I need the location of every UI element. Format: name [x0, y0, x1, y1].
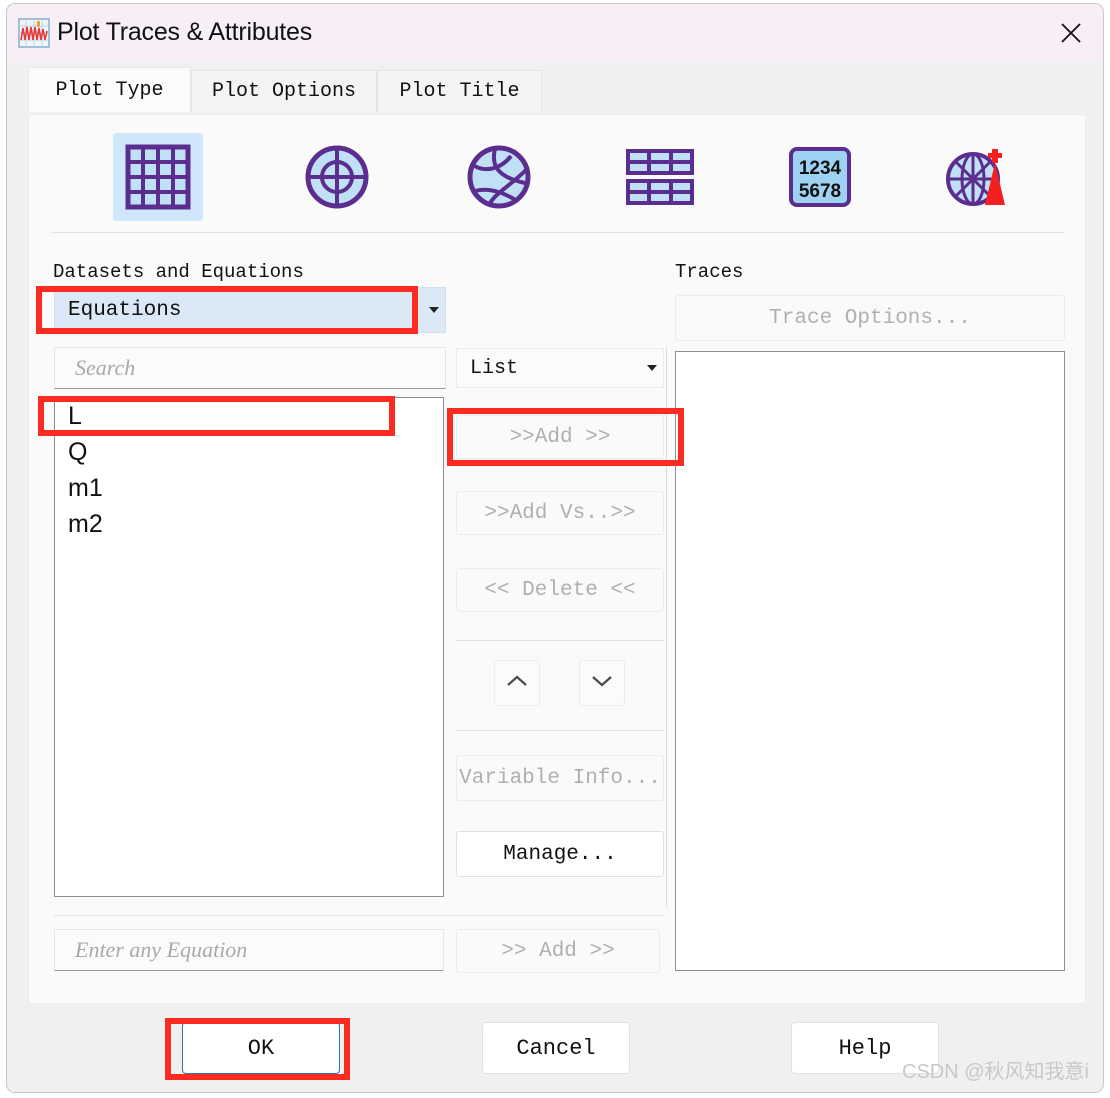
- tab-label: Plot Type: [55, 78, 164, 102]
- ok-button[interactable]: OK: [182, 1022, 340, 1074]
- trace-options-button[interactable]: Trace Options...: [675, 295, 1065, 341]
- list-item[interactable]: Q: [55, 434, 443, 470]
- traces-listbox[interactable]: [675, 351, 1065, 971]
- trace-options-label: Trace Options...: [769, 306, 971, 330]
- tab-plot-options[interactable]: Plot Options: [191, 70, 377, 112]
- equation-placeholder: Enter any Equation: [75, 937, 248, 962]
- icon-row-divider: [51, 232, 1065, 233]
- title-bar: Plot Traces & Attributes: [7, 4, 1103, 62]
- datasets-heading: Datasets and Equations: [53, 261, 304, 283]
- numeric-table-plot-icon[interactable]: 1234 5678: [775, 133, 865, 221]
- tab-strip: Plot Type Plot Options Plot Title: [7, 62, 1103, 112]
- equation-add-button[interactable]: >> Add >>: [456, 929, 660, 973]
- help-label: Help: [838, 1035, 892, 1061]
- svg-text:1234: 1234: [799, 158, 842, 179]
- plot-type-icon-row: 1234 5678: [29, 115, 1085, 240]
- add-vs-button[interactable]: >>Add Vs..>>: [456, 491, 664, 535]
- dialog-footer: OK Cancel Help CSDN @秋风知我意i: [7, 1004, 1103, 1092]
- add-button-label: >>Add >>: [509, 425, 611, 449]
- plot-type-panel: 1234 5678 Datasets and Equations Equatio…: [28, 114, 1086, 1004]
- list-item[interactable]: m2: [55, 506, 443, 542]
- manage-label: Manage...: [503, 842, 617, 866]
- dialog-window: Plot Traces & Attributes Plot Type Plot …: [6, 3, 1104, 1093]
- chevron-down-icon: [590, 672, 614, 695]
- delete-button-label: << Delete <<: [484, 578, 636, 602]
- tab-label: Plot Title: [399, 80, 520, 103]
- grid-plot-icon[interactable]: [113, 133, 203, 221]
- equation-input[interactable]: Enter any Equation: [54, 929, 444, 971]
- reorder-divider-bottom: [456, 730, 664, 731]
- close-icon[interactable]: [1039, 4, 1103, 62]
- search-input[interactable]: Search: [54, 347, 446, 389]
- screen: Plot Traces & Attributes Plot Type Plot …: [0, 0, 1110, 1098]
- polar-target-plot-icon[interactable]: [292, 133, 382, 221]
- antenna-radiation-plot-icon[interactable]: [932, 133, 1022, 221]
- datasets-listbox[interactable]: L Q m1 m2: [54, 397, 444, 897]
- search-placeholder: Search: [75, 355, 136, 380]
- variable-info-label: Variable Info...: [459, 766, 661, 790]
- ok-label: OK: [247, 1035, 275, 1061]
- delete-button[interactable]: << Delete <<: [456, 568, 664, 612]
- manage-button[interactable]: Manage...: [456, 831, 664, 877]
- window-title: Plot Traces & Attributes: [57, 18, 313, 46]
- move-up-button[interactable]: [494, 660, 540, 706]
- list-mode-value: List: [470, 356, 519, 380]
- chevron-down-icon[interactable]: [423, 288, 445, 332]
- chevron-up-icon: [505, 672, 529, 695]
- dataset-source-value: Equations: [68, 298, 182, 322]
- list-mode-combo[interactable]: List: [456, 348, 664, 388]
- column-separator: [666, 347, 667, 907]
- reorder-divider-top: [456, 640, 664, 641]
- cancel-label: Cancel: [516, 1035, 596, 1061]
- tab-label: Plot Options: [211, 80, 357, 103]
- equation-add-label: >> Add >>: [501, 939, 615, 963]
- svg-text:5678: 5678: [799, 181, 841, 202]
- tab-plot-title[interactable]: Plot Title: [377, 70, 542, 112]
- equation-row-divider: [54, 915, 664, 916]
- waveform-plot-icon: [18, 18, 50, 48]
- list-item[interactable]: m1: [55, 470, 443, 506]
- sphere-plot-icon[interactable]: [454, 133, 544, 221]
- cancel-button[interactable]: Cancel: [482, 1022, 630, 1074]
- tab-plot-type[interactable]: Plot Type: [28, 67, 191, 112]
- add-vs-button-label: >>Add Vs..>>: [484, 501, 636, 525]
- dataset-source-combo[interactable]: Equations: [54, 287, 446, 333]
- list-item[interactable]: L: [55, 398, 443, 434]
- chevron-down-icon[interactable]: [641, 349, 663, 387]
- double-table-plot-icon[interactable]: [615, 133, 705, 221]
- traces-heading: Traces: [675, 261, 744, 283]
- variable-info-button[interactable]: Variable Info...: [456, 755, 664, 801]
- add-button[interactable]: >>Add >>: [456, 415, 664, 459]
- move-down-button[interactable]: [579, 660, 625, 706]
- watermark: CSDN @秋风知我意i: [902, 1061, 1089, 1083]
